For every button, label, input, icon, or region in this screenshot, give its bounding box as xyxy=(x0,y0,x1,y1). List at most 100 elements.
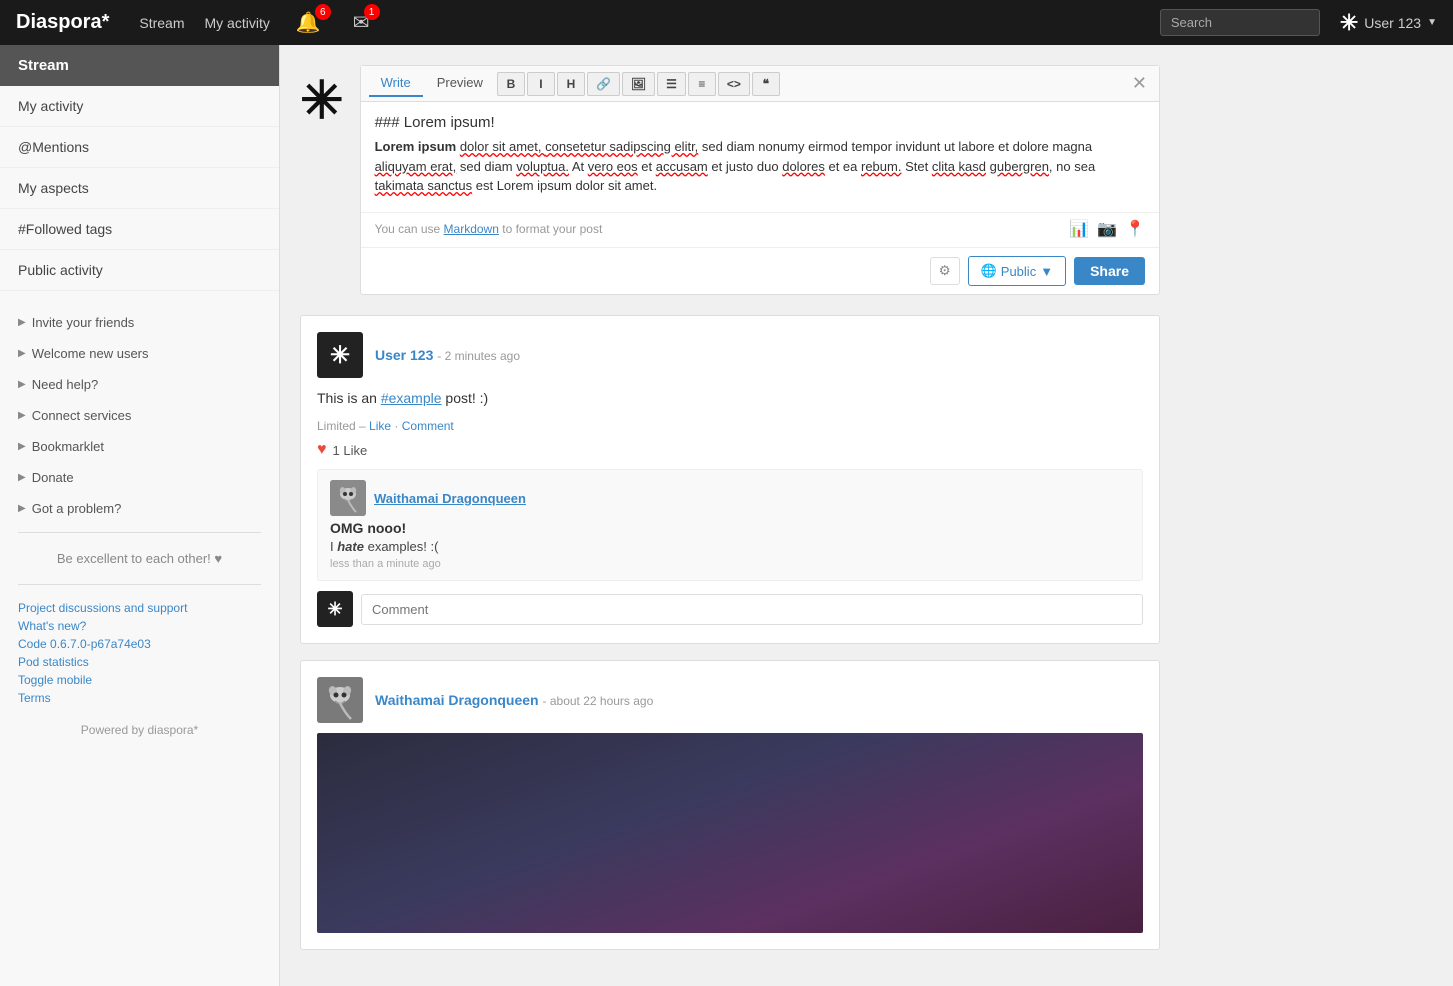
post1-hashtag[interactable]: #example xyxy=(381,390,442,406)
editor-hint-icons: 📊 📷 📍 xyxy=(1069,219,1145,239)
brand-logo[interactable]: Diaspora* xyxy=(16,11,109,34)
editor-content-heading: ### Lorem ipsum! xyxy=(375,114,1145,131)
footer-link-code[interactable]: Code 0.6.7.0-p67a74e03 xyxy=(18,637,261,651)
editor-ol-button[interactable]: ≡ xyxy=(688,72,716,96)
post1-comment-link[interactable]: Comment xyxy=(402,419,454,433)
post-editor: Write Preview B I H 🔗 🖼 ☰ ≡ <> ❝ ✕ xyxy=(360,65,1160,295)
triangle-icon: ▶ xyxy=(18,317,26,328)
notifications-button[interactable]: 🔔 6 xyxy=(290,8,327,37)
post1-timestamp: 2 minutes ago xyxy=(445,349,520,363)
comment-italic-word: hate xyxy=(337,539,364,554)
comment-time: less than a minute ago xyxy=(330,558,1130,570)
editor-image-button[interactable]: 🖼 xyxy=(622,72,655,96)
editor-body[interactable]: ### Lorem ipsum! Lorem ipsum dolor sit a… xyxy=(361,102,1159,212)
sidebar-item-stream[interactable]: Stream xyxy=(0,45,279,86)
post1-author[interactable]: User 123 xyxy=(375,347,433,363)
sidebar-item-public-activity[interactable]: Public activity xyxy=(0,250,279,291)
editor-heading-button[interactable]: H xyxy=(557,72,585,96)
messages-badge: 1 xyxy=(364,4,380,20)
comment-body: I hate examples! :( xyxy=(330,539,1130,554)
sidebar-donate[interactable]: ▶ Donate xyxy=(0,462,279,493)
triangle-icon: ▶ xyxy=(18,379,26,390)
sidebar: Stream My activity @Mentions My aspects … xyxy=(0,45,280,986)
nav-stream[interactable]: Stream xyxy=(139,15,184,31)
editor-tab-preview[interactable]: Preview xyxy=(425,70,495,97)
post-card-1: ✳ User 123 - 2 minutes ago This is an #e… xyxy=(300,315,1160,644)
sidebar-need-help[interactable]: ▶ Need help? xyxy=(0,369,279,400)
messages-button[interactable]: ✉ 1 xyxy=(347,8,376,37)
editor-markdown-link[interactable]: Markdown xyxy=(444,222,499,236)
footer-link-discussions[interactable]: Project discussions and support xyxy=(18,601,261,615)
sidebar-got-a-problem[interactable]: ▶ Got a problem? xyxy=(0,493,279,524)
globe-icon: 🌐 xyxy=(981,263,997,279)
comment-title: OMG nooo! xyxy=(330,520,1130,536)
sidebar-helpers: ▶ Invite your friends ▶ Welcome new user… xyxy=(0,307,279,524)
sidebar-item-followed-tags[interactable]: #Followed tags xyxy=(0,209,279,250)
post2-timestamp: about 22 hours ago xyxy=(550,694,653,708)
sidebar-divider-2 xyxy=(18,584,261,585)
editor-ul-button[interactable]: ☰ xyxy=(657,72,686,96)
public-caret: ▼ xyxy=(1040,264,1053,279)
post1-header: ✳ User 123 - 2 minutes ago xyxy=(317,332,1143,378)
post1-like-link[interactable]: Like xyxy=(369,419,391,433)
sidebar-item-my-aspects[interactable]: My aspects xyxy=(0,168,279,209)
post-card-2: Waithamai Dragonqueen - about 22 hours a… xyxy=(300,660,1160,950)
post2-avatar xyxy=(317,677,363,723)
post2-avatar-svg xyxy=(317,677,363,723)
comment-input-row: ✳ xyxy=(317,591,1143,627)
editor-content-para: Lorem ipsum dolor sit amet, consetetur s… xyxy=(375,137,1145,196)
sidebar-welcome-new-users[interactable]: ▶ Welcome new users xyxy=(0,338,279,369)
post1-actions: Limited – Like · Comment xyxy=(317,419,1143,433)
sidebar-invite-friends[interactable]: ▶ Invite your friends xyxy=(0,307,279,338)
powered-by: Powered by diaspora* xyxy=(0,713,279,747)
post2-author[interactable]: Waithamai Dragonqueen xyxy=(375,692,539,708)
location-icon: 📍 xyxy=(1125,219,1145,239)
editor-toolbar: Write Preview B I H 🔗 🖼 ☰ ≡ <> ❝ ✕ xyxy=(361,66,1159,102)
comment-avatar xyxy=(330,480,366,516)
sidebar-divider xyxy=(18,532,261,533)
post1-comment: Waithamai Dragonqueen OMG nooo! I hate e… xyxy=(317,469,1143,581)
user-name: User 123 xyxy=(1364,15,1421,31)
triangle-icon: ▶ xyxy=(18,441,26,452)
editor-quote-button[interactable]: ❝ xyxy=(752,72,780,96)
dragon-avatar-svg xyxy=(330,480,366,516)
footer-link-toggle-mobile[interactable]: Toggle mobile xyxy=(18,673,261,687)
comment-author-link[interactable]: Waithamai Dragonqueen xyxy=(374,491,526,506)
nav-my-activity[interactable]: My activity xyxy=(205,15,270,31)
footer-link-whats-new[interactable]: What's new? xyxy=(18,619,261,633)
editor-italic-button[interactable]: I xyxy=(527,72,555,96)
editor-bold-button[interactable]: B xyxy=(497,72,525,96)
search-input[interactable] xyxy=(1160,9,1320,36)
sidebar-item-mentions[interactable]: @Mentions xyxy=(0,127,279,168)
user-menu-caret: ▼ xyxy=(1427,17,1437,28)
post1-meta: User 123 - 2 minutes ago xyxy=(375,347,1143,363)
post1-avatar: ✳ xyxy=(317,332,363,378)
comment-input[interactable] xyxy=(361,594,1143,625)
editor-tab-write[interactable]: Write xyxy=(369,70,423,97)
editor-share-button[interactable]: Share xyxy=(1074,257,1145,285)
triangle-icon: ▶ xyxy=(18,472,26,483)
footer-link-terms[interactable]: Terms xyxy=(18,691,261,705)
sidebar-connect-services[interactable]: ▶ Connect services xyxy=(0,400,279,431)
sidebar-item-my-activity[interactable]: My activity xyxy=(0,86,279,127)
user-menu[interactable]: ✳ User 123 ▼ xyxy=(1340,10,1437,36)
editor-public-button[interactable]: 🌐 Public ▼ xyxy=(968,256,1066,286)
main-content: ✳ Write Preview B I H 🔗 🖼 ☰ ≡ <> ❝ ✕ xyxy=(280,45,1180,986)
post1-like-bar: ♥ 1 Like xyxy=(317,441,1143,459)
editor-close-button[interactable]: ✕ xyxy=(1128,73,1151,94)
editor-link-button[interactable]: 🔗 xyxy=(587,72,620,96)
comment-author-row: Waithamai Dragonqueen xyxy=(330,480,1130,516)
notifications-badge: 6 xyxy=(315,4,331,20)
diaspora-asterisk-logo: ✳ xyxy=(300,72,344,130)
current-user-avatar-small: ✳ xyxy=(317,591,353,627)
camera-icon: 📷 xyxy=(1097,219,1117,239)
post2-header: Waithamai Dragonqueen - about 22 hours a… xyxy=(317,677,1143,723)
editor-gear-button[interactable]: ⚙ xyxy=(930,257,960,285)
post1-body: This is an #example post! :) xyxy=(317,388,1143,409)
post1-time: - xyxy=(437,349,444,363)
footer-link-pod-stats[interactable]: Pod statistics xyxy=(18,655,261,669)
sidebar-tagline: Be excellent to each other! ♥ xyxy=(0,541,279,576)
sidebar-footer-links: Project discussions and support What's n… xyxy=(0,593,279,713)
sidebar-bookmarklet[interactable]: ▶ Bookmarklet xyxy=(0,431,279,462)
editor-code-button[interactable]: <> xyxy=(718,72,750,96)
